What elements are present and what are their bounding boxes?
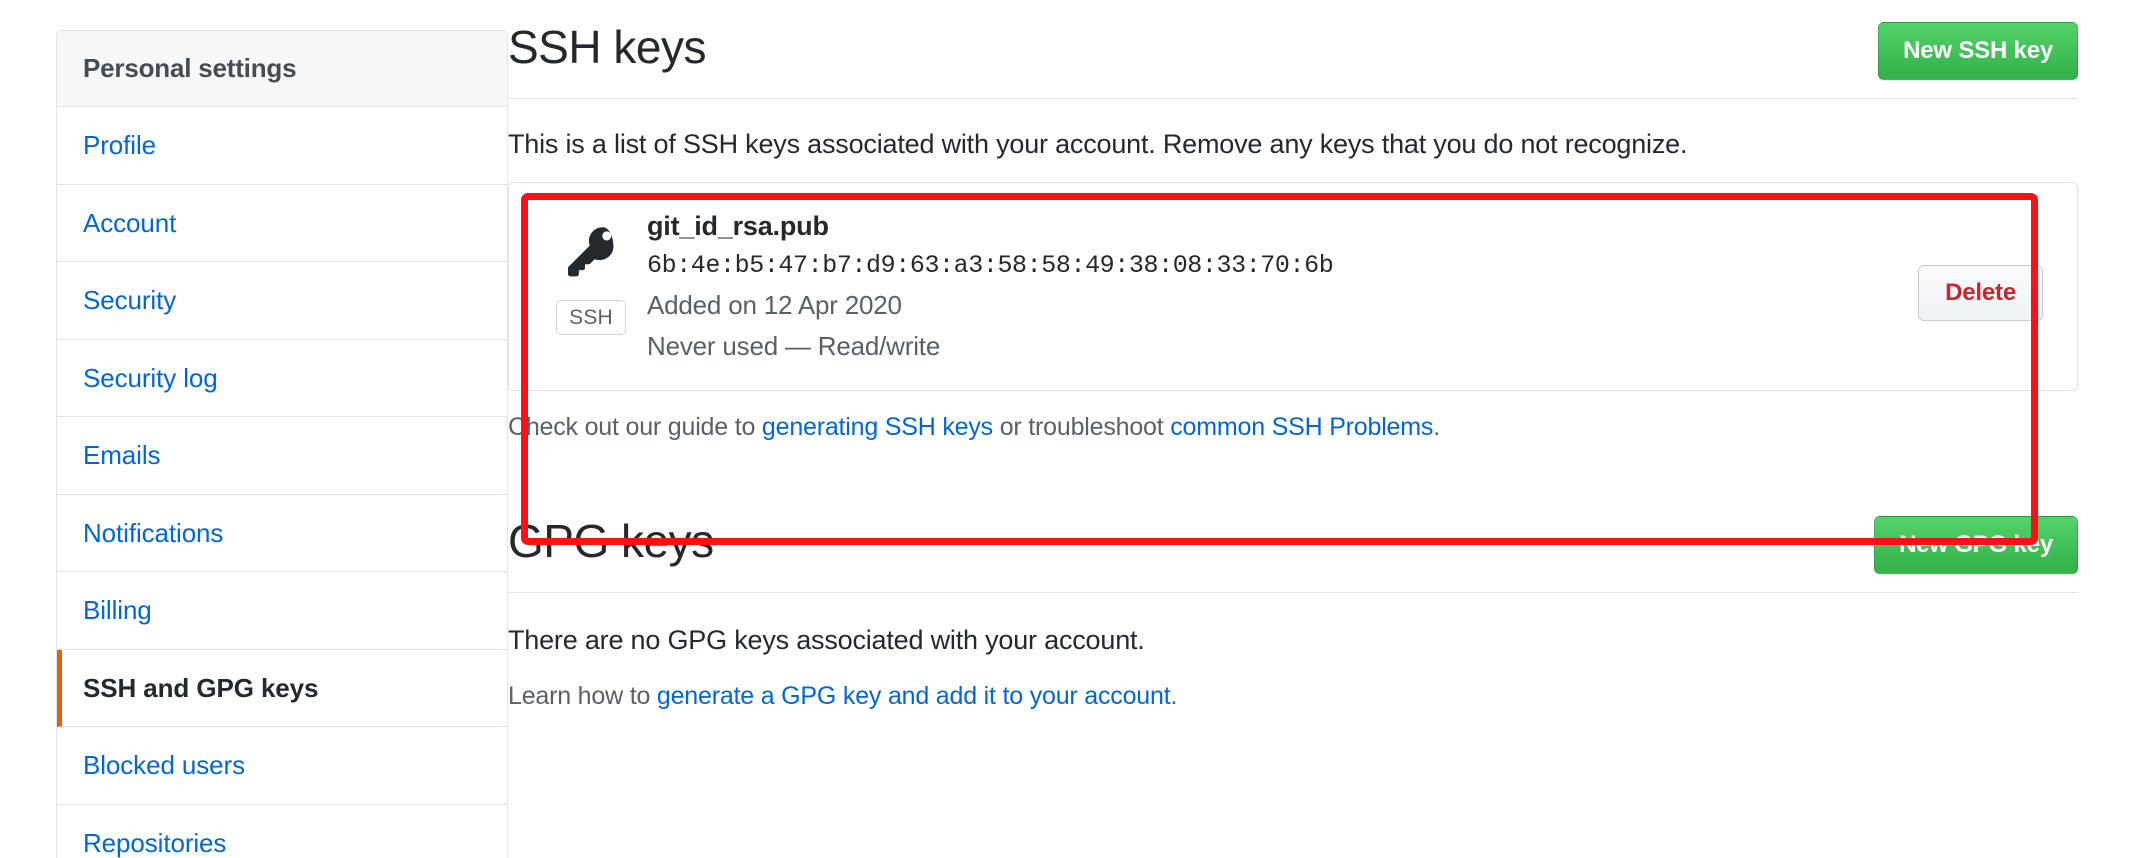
ssh-key-details: git_id_rsa.pub 6b:4e:b5:47:b7:d9:63:a3:5… xyxy=(643,211,1918,362)
sidebar-item-label: Security log xyxy=(83,362,218,393)
ssh-key-row: SSH git_id_rsa.pub 6b:4e:b5:47:b7:d9:63:… xyxy=(508,182,2078,391)
sidebar-item-emails[interactable]: Emails xyxy=(57,417,507,495)
new-gpg-key-button[interactable]: New GPG key xyxy=(1874,516,2078,574)
sidebar-item-label: Profile xyxy=(83,130,156,160)
sidebar-item-blocked-users[interactable]: Blocked users xyxy=(57,727,507,805)
ssh-help-note: Check out our guide to generating SSH ke… xyxy=(508,413,2078,442)
sidebar-item-security-log[interactable]: Security log xyxy=(57,340,507,417)
sidebar-item-notifications[interactable]: Notifications xyxy=(57,495,507,572)
generate-gpg-key-link[interactable]: generate a GPG key and add it to your ac… xyxy=(657,682,1171,710)
sidebar-container: Personal settings Profile Account Securi… xyxy=(0,0,508,858)
gpg-learn-suffix: . xyxy=(1170,682,1178,710)
sidebar-header: Personal settings xyxy=(57,31,507,107)
gpg-learn-note: Learn how to generate a GPG key and add … xyxy=(508,682,2078,711)
gpg-empty-message: There are no GPG keys associated with yo… xyxy=(508,625,1145,655)
ssh-key-actions: Delete xyxy=(1918,211,2047,321)
main-content: SSH keys New SSH key This is a list of S… xyxy=(508,0,2138,711)
ssh-help-prefix: Check out our guide to xyxy=(508,413,762,441)
sidebar-item-label: Security xyxy=(83,285,177,315)
ssh-help-middle: or troubleshoot xyxy=(992,413,1171,441)
gpg-keys-section: GPG keys New GPG key There are no GPG ke… xyxy=(508,516,2078,711)
sidebar-item-repositories[interactable]: Repositories xyxy=(57,805,507,858)
ssh-key-icon-column: SSH xyxy=(539,211,643,336)
common-ssh-problems-link[interactable]: common SSH Problems xyxy=(1170,413,1433,441)
gpg-keys-title: GPG keys xyxy=(508,515,714,567)
sidebar-item-billing[interactable]: Billing xyxy=(57,572,507,650)
generating-ssh-keys-link[interactable]: generating SSH keys xyxy=(762,413,993,441)
key-icon xyxy=(560,219,622,286)
ssh-key-added-date: Added on 12 Apr 2020 xyxy=(647,290,902,320)
personal-settings-sidebar: Personal settings Profile Account Securi… xyxy=(56,30,508,858)
sidebar-item-label: Notifications xyxy=(83,517,224,548)
ssh-key-type-badge: SSH xyxy=(556,300,626,336)
sidebar-item-account[interactable]: Account xyxy=(57,185,507,262)
sidebar-item-label: Emails xyxy=(83,440,161,470)
sidebar-item-security[interactable]: Security xyxy=(57,262,507,340)
sidebar-item-label: Account xyxy=(83,207,177,238)
ssh-key-fingerprint: 6b:4e:b5:47:b7:d9:63:a3:58:58:49:38:08:3… xyxy=(647,251,1334,280)
gpg-learn-prefix: Learn how to xyxy=(508,682,657,710)
sidebar-item-label: Repositories xyxy=(83,827,227,858)
sidebar-item-label: Blocked users xyxy=(83,750,245,780)
delete-ssh-key-button[interactable]: Delete xyxy=(1918,265,2043,321)
ssh-keys-description: This is a list of SSH keys associated wi… xyxy=(508,129,1688,159)
ssh-keys-title: SSH keys xyxy=(508,21,706,73)
sidebar-item-profile[interactable]: Profile xyxy=(57,107,507,185)
ssh-section-header: SSH keys New SSH key xyxy=(508,22,2078,99)
new-ssh-key-button[interactable]: New SSH key xyxy=(1878,22,2078,80)
sidebar-item-ssh-and-gpg-keys[interactable]: SSH and GPG keys xyxy=(57,649,507,727)
ssh-keys-list: SSH git_id_rsa.pub 6b:4e:b5:47:b7:d9:63:… xyxy=(508,182,2078,442)
ssh-key-usage-status: Never used — Read/write xyxy=(647,331,941,361)
ssh-key-name: git_id_rsa.pub xyxy=(647,211,829,241)
ssh-keys-section: SSH keys New SSH key This is a list of S… xyxy=(508,22,2078,442)
ssh-help-suffix: . xyxy=(1433,413,1440,441)
sidebar-item-label: SSH and GPG keys xyxy=(83,672,319,703)
gpg-section-header: GPG keys New GPG key xyxy=(508,516,2078,593)
sidebar-item-label: Billing xyxy=(83,595,152,625)
settings-page: Personal settings Profile Account Securi… xyxy=(0,0,2138,858)
